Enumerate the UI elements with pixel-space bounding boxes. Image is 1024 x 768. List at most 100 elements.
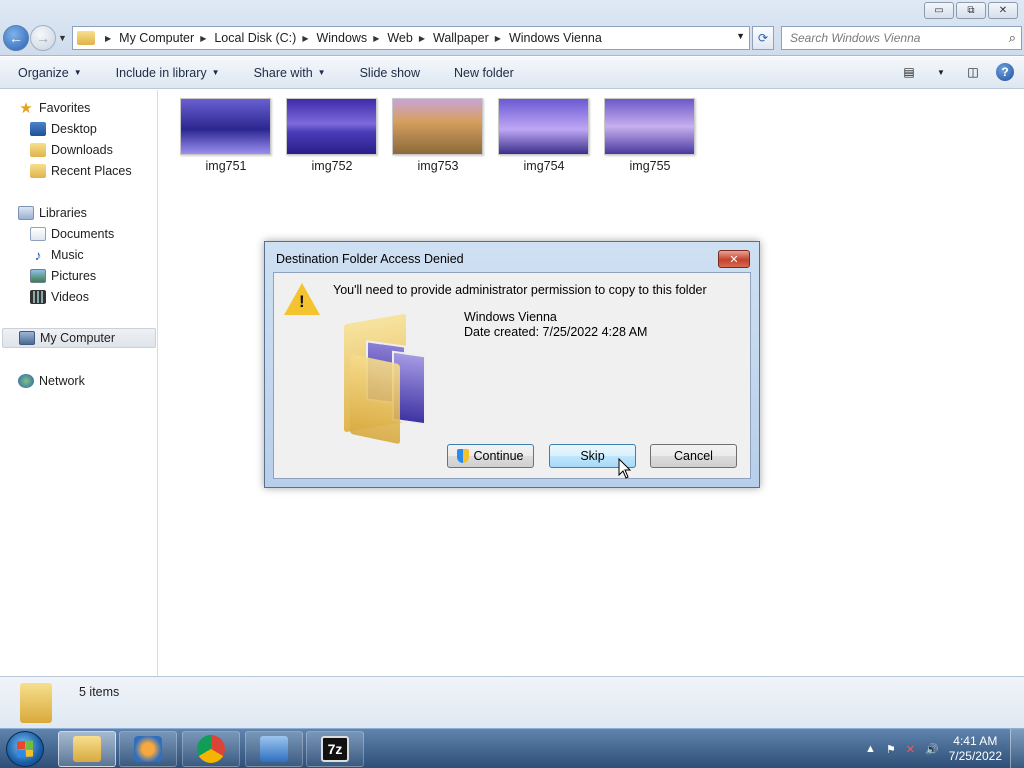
cancel-button[interactable]: Cancel	[650, 444, 737, 468]
image-thumbnail	[286, 98, 377, 155]
file-item[interactable]: img754	[498, 98, 590, 173]
refresh-button[interactable]: ⟳	[752, 26, 774, 50]
forward-arrow-icon: →	[36, 30, 50, 46]
file-name: img752	[311, 159, 353, 173]
nav-desktop[interactable]: Desktop	[30, 119, 97, 139]
breadcrumb-label[interactable]: Windows Vienna	[509, 31, 602, 45]
search-input[interactable]: Search Windows Vienna ⌕	[781, 26, 1022, 50]
nav-network[interactable]: Network	[18, 371, 85, 391]
continue-label: Continue	[473, 449, 524, 463]
new-folder-button[interactable]: New folder	[436, 66, 530, 80]
nav-downloads[interactable]: Downloads	[30, 140, 113, 160]
control-panel-icon	[260, 736, 288, 762]
organize-label: Organize	[18, 65, 69, 80]
share-with-label: Share with	[253, 65, 313, 80]
folder-info: Windows Vienna Date created: 7/25/2022 4…	[464, 310, 647, 340]
include-in-library-label: Include in library	[115, 65, 207, 80]
file-name: img753	[417, 159, 459, 173]
breadcrumb-label[interactable]: My Computer	[119, 31, 194, 45]
file-name: img754	[523, 159, 565, 173]
nav-label: Pictures	[51, 269, 97, 283]
continue-button[interactable]: Continue	[447, 444, 534, 468]
file-item[interactable]: img753	[392, 98, 484, 173]
share-with-button[interactable]: Share with ▼	[236, 66, 342, 80]
chevron-right-icon[interactable]: ▶	[200, 34, 206, 43]
network-status-icon[interactable]: ✕	[906, 743, 915, 756]
organize-button[interactable]: Organize ▼	[0, 66, 98, 80]
nav-favorites[interactable]: ★ Favorites	[18, 98, 90, 118]
nav-videos[interactable]: Videos	[30, 287, 89, 307]
nav-music[interactable]: ♪ Music	[30, 245, 84, 265]
address-dropdown-icon[interactable]: ▼	[736, 31, 745, 41]
refresh-icon: ⟳	[757, 31, 769, 45]
caret-down-icon: ▼	[211, 68, 220, 77]
nav-label: Documents	[51, 227, 115, 241]
slide-show-button[interactable]: Slide show	[342, 66, 436, 80]
folder-icon	[20, 683, 52, 723]
chevron-right-icon[interactable]: ▶	[302, 34, 308, 43]
view-options-dropdown[interactable]: ▼	[932, 63, 950, 81]
show-desktop-button[interactable]	[1010, 729, 1024, 768]
star-icon: ★	[19, 100, 33, 117]
nav-recent-places[interactable]: Recent Places	[30, 161, 132, 181]
breadcrumb-label[interactable]: Local Disk (C:)	[214, 31, 296, 45]
nav-documents[interactable]: Documents	[30, 224, 114, 244]
action-center-icon[interactable]: ⚑	[886, 743, 896, 756]
nav-libraries[interactable]: Libraries	[18, 203, 87, 223]
back-arrow-icon: ←	[9, 30, 23, 46]
computer-icon	[19, 331, 35, 345]
breadcrumb-windows[interactable]: Windows ▶	[316, 31, 387, 45]
chevron-right-icon[interactable]: ▶	[495, 34, 501, 43]
chevron-right-icon[interactable]: ▶	[105, 34, 111, 43]
breadcrumb-windows-vienna[interactable]: Windows Vienna	[509, 31, 602, 45]
breadcrumb-label[interactable]: Web	[387, 31, 412, 45]
clock-time: 4:41 AM	[953, 734, 998, 748]
forward-button[interactable]: →	[30, 25, 56, 51]
nav-my-computer[interactable]: My Computer	[2, 328, 156, 348]
dialog-close-button[interactable]: ✕	[718, 250, 750, 268]
file-item[interactable]: img752	[286, 98, 378, 173]
breadcrumb-wallpaper[interactable]: Wallpaper ▶	[433, 31, 509, 45]
image-thumbnail	[180, 98, 271, 155]
restore-button[interactable]: ⧉	[956, 2, 986, 19]
breadcrumb-local-disk[interactable]: Local Disk (C:) ▶	[214, 31, 316, 45]
taskbar-7zip[interactable]: 7z	[306, 731, 364, 767]
volume-icon[interactable]: 🔊	[925, 743, 939, 756]
recent-pages-dropdown[interactable]: ▼	[58, 33, 67, 43]
breadcrumb-label[interactable]: Wallpaper	[433, 31, 489, 45]
chevron-right-icon[interactable]: ▶	[419, 34, 425, 43]
start-button[interactable]	[6, 731, 44, 767]
window-controls: ▭ ⧉ ✕	[924, 2, 1018, 19]
back-button[interactable]: ←	[3, 25, 29, 51]
clock[interactable]: 4:41 AM 7/25/2022	[949, 734, 1002, 764]
taskbar-explorer[interactable]	[58, 731, 116, 767]
taskbar-media-player[interactable]	[119, 731, 177, 767]
documents-icon	[30, 227, 46, 241]
pictures-icon	[30, 269, 46, 283]
close-button[interactable]: ✕	[988, 2, 1018, 19]
chevron-right-icon[interactable]: ▶	[373, 34, 379, 43]
caret-down-icon: ▼	[317, 68, 326, 77]
taskbar-control-panel[interactable]	[245, 731, 303, 767]
address-bar[interactable]: ▶ My Computer ▶ Local Disk (C:) ▶ Windows ▶…	[72, 26, 750, 50]
mouse-cursor	[618, 458, 632, 479]
breadcrumb-my-computer[interactable]: My Computer ▶	[119, 31, 214, 45]
folder-preview-icon	[344, 309, 428, 445]
nav-label: Libraries	[39, 206, 87, 220]
change-view-button[interactable]: ▤	[900, 63, 918, 81]
breadcrumb-label[interactable]: Windows	[316, 31, 367, 45]
preview-pane-button[interactable]: ◫	[964, 63, 982, 81]
search-icon[interactable]: ⌕	[1009, 30, 1016, 46]
help-button[interactable]: ?	[996, 63, 1014, 81]
file-item[interactable]: img751	[180, 98, 272, 173]
minimize-button[interactable]: ▭	[924, 2, 954, 19]
taskbar-chrome[interactable]	[182, 731, 240, 767]
include-in-library-button[interactable]: Include in library ▼	[98, 66, 236, 80]
image-thumbnail	[498, 98, 589, 155]
nav-pictures[interactable]: Pictures	[30, 266, 96, 286]
date-created: Date created: 7/25/2022 4:28 AM	[464, 325, 648, 339]
show-hidden-icons-button[interactable]: ▲	[865, 743, 876, 755]
file-item[interactable]: img755	[604, 98, 696, 173]
breadcrumb-web[interactable]: Web ▶	[387, 31, 433, 45]
skip-label: Skip	[580, 449, 605, 463]
